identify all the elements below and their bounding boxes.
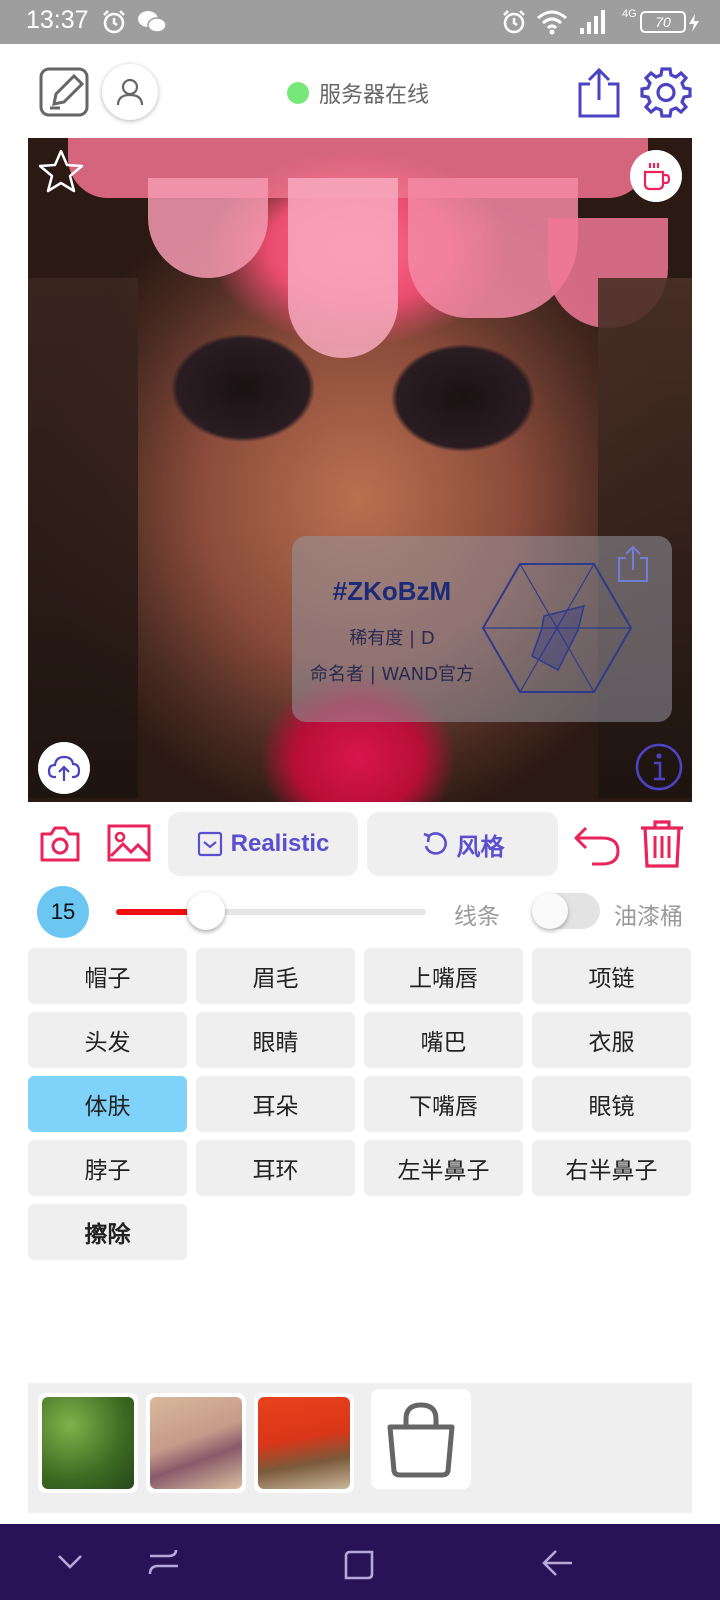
bucket-toggle[interactable] xyxy=(532,893,600,929)
user-button[interactable] xyxy=(102,64,158,120)
shopping-bag-icon xyxy=(387,1402,455,1478)
wifi-icon xyxy=(537,10,567,35)
part-button[interactable]: 耳朵 xyxy=(196,1076,355,1132)
alarm-icon xyxy=(103,10,125,34)
recent-apps-icon[interactable] xyxy=(146,1548,182,1576)
part-button[interactable]: 头发 xyxy=(28,1012,187,1068)
part-button[interactable]: 擦除 xyxy=(28,1204,187,1260)
chevron-down-icon[interactable] xyxy=(56,1552,84,1572)
status-bar: 13:37 4G 70 xyxy=(0,0,720,44)
gear-icon[interactable] xyxy=(640,66,692,118)
slider-thumb[interactable] xyxy=(186,892,225,930)
style-thumbnail[interactable] xyxy=(146,1393,246,1493)
edit-icon[interactable] xyxy=(38,66,92,118)
back-icon[interactable] xyxy=(540,1548,576,1578)
part-button[interactable]: 右半鼻子 xyxy=(532,1140,691,1196)
model-select-button[interactable]: Realistic xyxy=(168,812,358,876)
online-indicator xyxy=(287,82,309,104)
coffee-cup-icon xyxy=(643,163,671,191)
model-label: Realistic xyxy=(230,830,330,857)
upload-button[interactable] xyxy=(38,742,90,794)
share-icon[interactable] xyxy=(576,66,622,120)
wechat-icon xyxy=(138,11,167,33)
style-thumbnail[interactable] xyxy=(254,1393,354,1493)
network-type: 4G xyxy=(622,8,637,20)
card-namer: 命名者 | WAND官方 xyxy=(310,664,474,685)
line-mode-label: 线条 xyxy=(454,904,500,930)
character-card[interactable]: #ZKoBzM 稀有度 | D 命名者 | WAND官方 xyxy=(292,536,672,722)
part-button[interactable]: 眼镜 xyxy=(532,1076,691,1132)
charging-icon xyxy=(689,14,699,32)
coffee-button[interactable] xyxy=(630,150,682,202)
undo-icon[interactable] xyxy=(572,820,622,868)
server-status-text: 服务器在线 xyxy=(319,83,430,108)
camera-icon[interactable] xyxy=(38,822,82,864)
style-shop-button[interactable] xyxy=(371,1389,471,1489)
style-button[interactable]: 风格 xyxy=(367,812,558,876)
toggle-knob xyxy=(532,893,568,929)
card-id: #ZKoBzM xyxy=(332,576,452,606)
image-icon[interactable] xyxy=(106,822,152,864)
info-icon[interactable] xyxy=(634,742,684,792)
brush-size-badge: 15 xyxy=(37,886,89,938)
part-button[interactable]: 衣服 xyxy=(532,1012,691,1068)
part-button[interactable]: 帽子 xyxy=(28,948,187,1004)
style-thumbnail[interactable] xyxy=(38,1393,138,1493)
style-strip xyxy=(28,1383,692,1513)
part-button[interactable]: 脖子 xyxy=(28,1140,187,1196)
server-status: 服务器在线 xyxy=(287,78,429,108)
part-button[interactable]: 项链 xyxy=(532,948,691,1004)
part-button[interactable]: 左半鼻子 xyxy=(364,1140,523,1196)
status-time: 13:37 xyxy=(26,6,89,34)
card-rarity: 稀有度 | D xyxy=(349,628,435,649)
generated-image[interactable]: #ZKoBzM 稀有度 | D 命名者 | WAND官方 xyxy=(28,138,692,802)
check-box-icon xyxy=(197,831,222,857)
trash-icon[interactable] xyxy=(638,818,686,870)
battery-level: 70 xyxy=(640,11,686,33)
user-icon xyxy=(116,78,144,106)
bucket-mode-label: 油漆桶 xyxy=(614,904,683,930)
part-button[interactable]: 体肤 xyxy=(28,1076,187,1132)
home-icon[interactable] xyxy=(342,1548,376,1582)
cloud-upload-icon xyxy=(47,755,81,781)
part-button[interactable]: 嘴巴 xyxy=(364,1012,523,1068)
brush-size-slider[interactable] xyxy=(116,892,426,930)
signal-icon xyxy=(580,10,605,34)
part-button[interactable]: 上嘴唇 xyxy=(364,948,523,1004)
style-label: 风格 xyxy=(456,833,505,861)
radar-chart xyxy=(481,563,633,693)
refresh-icon xyxy=(423,832,447,855)
part-button[interactable]: 耳环 xyxy=(196,1140,355,1196)
star-icon[interactable] xyxy=(38,148,84,194)
alarm-icon xyxy=(503,10,525,34)
navigation-bar xyxy=(0,1524,720,1600)
part-button[interactable]: 下嘴唇 xyxy=(364,1076,523,1132)
part-button[interactable]: 眉毛 xyxy=(196,948,355,1004)
part-button[interactable]: 眼睛 xyxy=(196,1012,355,1068)
